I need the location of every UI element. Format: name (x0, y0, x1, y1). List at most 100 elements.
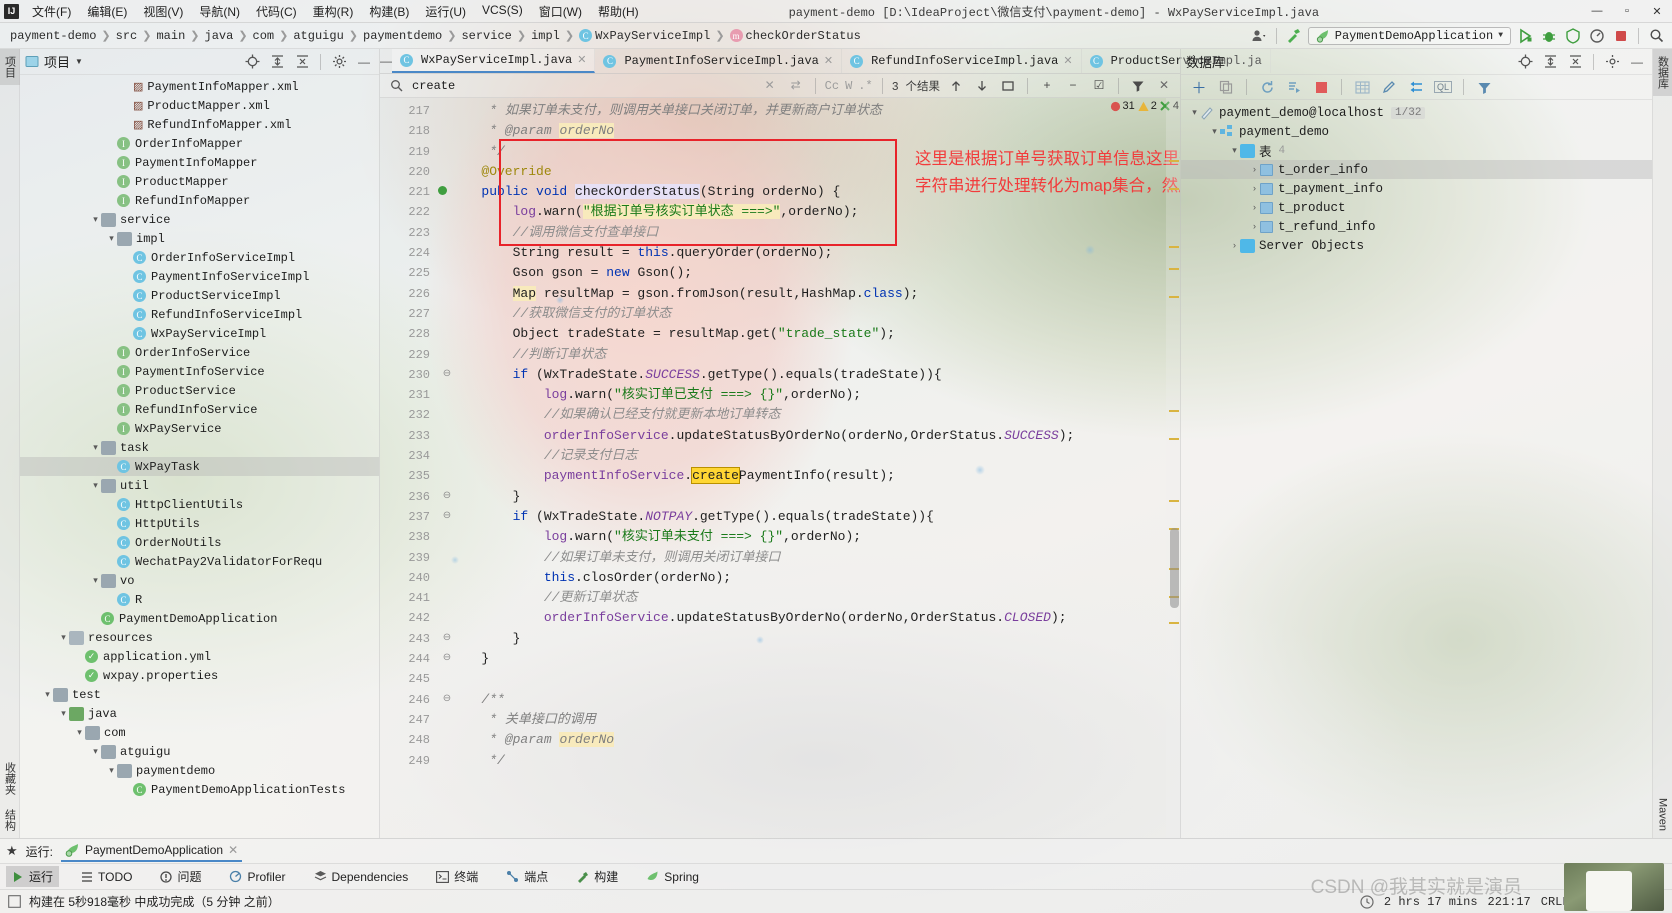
code-line[interactable]: log.warn("核实订单未支付 ===> {}",orderNo); (458, 527, 1166, 547)
code-line[interactable]: } (458, 629, 1166, 649)
project-tree-node[interactable]: C WechatPay2ValidatorForRequ (20, 552, 379, 571)
project-tree-node[interactable]: ✓ application.yml (20, 647, 379, 666)
expand-chevron-icon[interactable]: › (1249, 203, 1260, 213)
close-icon[interactable]: ✕ (228, 843, 238, 857)
project-tree-node[interactable]: ▾ task (20, 438, 379, 457)
project-tree-node[interactable]: C WxPayServiceImpl (20, 324, 379, 343)
collapse-tabs-icon[interactable]: — (380, 49, 392, 73)
run-sql-icon[interactable] (1284, 77, 1304, 97)
code-line[interactable]: Map resultMap = gson.fromJson(result,Has… (458, 284, 1166, 304)
code-line[interactable]: /** (458, 690, 1166, 710)
code-line[interactable]: */ (458, 751, 1166, 771)
tool-window-profiler[interactable]: Profiler (223, 868, 291, 886)
source-code[interactable]: * 如果订单未支付，则调用关单接口关闭订单，并更新商户订单状态 * @param… (458, 98, 1166, 838)
locate-icon[interactable] (242, 52, 262, 72)
time-spent[interactable]: 2 hrs 17 mins (1384, 895, 1478, 909)
code-line[interactable]: //获取微信支付的订单状态 (458, 304, 1166, 324)
debug-icon[interactable] (1539, 26, 1559, 46)
code-line[interactable]: * @param orderNo (458, 730, 1166, 750)
menu-item-vcs[interactable]: VCS(S) (475, 1, 530, 22)
project-tree-node[interactable]: C OrderNoUtils (20, 533, 379, 552)
breadcrumb-item-main[interactable]: main (152, 28, 189, 44)
project-tree-node[interactable]: ▾ atguigu (20, 742, 379, 761)
code-line[interactable]: //记录支付日志 (458, 446, 1166, 466)
editor-tab-wxpayserviceimpl[interactable]: C WxPayServiceImpl.java ✕ (392, 49, 596, 73)
chevron-down-icon[interactable]: ▾ (90, 747, 101, 757)
project-tree-node[interactable]: ▾ util (20, 476, 379, 495)
table-icon[interactable] (1352, 77, 1372, 97)
expand-all-icon[interactable] (267, 52, 287, 72)
editor-tab-refundinfoserviceimpl[interactable]: C RefundInfoServiceImpl.java ✕ (842, 49, 1082, 73)
database-tree-node[interactable]: › Server Objects (1181, 236, 1652, 255)
close-icon[interactable]: ✕ (577, 53, 586, 67)
tool-strip-project[interactable]: 项目 (0, 49, 20, 85)
breadcrumb-item-com[interactable]: com (249, 28, 279, 44)
project-tree-node[interactable]: I OrderInfoMapper (20, 134, 379, 153)
filter-icon[interactable] (1474, 77, 1494, 97)
profiler-icon[interactable] (1587, 26, 1607, 46)
code-line[interactable] (458, 669, 1166, 689)
project-tree-node[interactable]: I PaymentInfoService (20, 362, 379, 381)
expand-chevron-icon[interactable]: ▾ (1209, 127, 1220, 137)
sync-icon[interactable] (1406, 77, 1426, 97)
tool-strip-database[interactable]: 数据库 (1652, 49, 1672, 96)
code-line[interactable]: paymentInfoService.createPaymentInfo(res… (458, 466, 1166, 486)
code-line[interactable]: log.warn("核实订单已支付 ===> {}",orderNo); (458, 385, 1166, 405)
code-line[interactable]: * 关单接口的调用 (458, 710, 1166, 730)
code-line[interactable]: //如果订单未支付，则调用关闭订单接口 (458, 548, 1166, 568)
caret-position[interactable]: 221:17 (1488, 895, 1531, 909)
code-line[interactable]: String result = this.queryOrder(orderNo)… (458, 243, 1166, 263)
chevron-down-icon[interactable]: ▾ (106, 766, 117, 776)
menu-item-help[interactable]: 帮助(H) (591, 1, 646, 22)
fold-toggle[interactable]: ⊖ (436, 629, 458, 649)
project-tree-node[interactable]: ▨ RefundInfoMapper.xml (20, 115, 379, 134)
breadcrumb-item-method[interactable]: m checkOrderStatus (726, 28, 865, 44)
remove-occurrence-icon[interactable]: − (1063, 76, 1083, 96)
database-tree-node[interactable]: ▾ payment_demo@localhost 1/32 (1181, 103, 1652, 122)
expand-chevron-icon[interactable]: › (1249, 184, 1260, 194)
project-tree-node[interactable]: ▾ impl (20, 229, 379, 248)
project-tree-node[interactable]: C HttpClientUtils (20, 495, 379, 514)
database-tree-node[interactable]: › t_refund_info (1181, 217, 1652, 236)
tool-window-dependencies[interactable]: Dependencies (308, 868, 415, 886)
stop-icon[interactable] (1611, 26, 1631, 46)
project-tree-node[interactable]: C ProductServiceImpl (20, 286, 379, 305)
code-line[interactable]: if (WxTradeState.SUCCESS.getType().equal… (458, 365, 1166, 385)
edit-icon[interactable] (1379, 77, 1399, 97)
expand-all-icon[interactable] (1540, 52, 1560, 72)
close-find-icon[interactable]: ✕ (1154, 76, 1174, 96)
project-tree-node[interactable]: ▾ com (20, 723, 379, 742)
project-tree-node[interactable]: ▾ resources (20, 628, 379, 647)
code-line[interactable]: Object tradeState = resultMap.get("trade… (458, 324, 1166, 344)
project-tree-node[interactable]: I PaymentInfoMapper (20, 153, 379, 172)
code-line[interactable]: orderInfoService.updateStatusByOrderNo(o… (458, 426, 1166, 446)
close-icon[interactable]: ✕ (1063, 54, 1072, 68)
tool-window-run[interactable]: 运行 (6, 866, 60, 887)
chevron-down-icon[interactable]: ▾ (58, 633, 69, 643)
editor-tab-paymentinfoserviceimpl[interactable]: C PaymentInfoServiceImpl.java ✕ (595, 49, 843, 73)
project-tree-node[interactable]: I WxPayService (20, 419, 379, 438)
editor-scrollbar-thumb[interactable] (1170, 528, 1179, 608)
build-hammer-icon[interactable] (1284, 26, 1304, 46)
project-tree-node[interactable]: I RefundInfoMapper (20, 191, 379, 210)
project-tree-node[interactable]: I ProductService (20, 381, 379, 400)
project-tree-node[interactable]: CR (20, 590, 379, 609)
breadcrumb-item-impl[interactable]: impl (527, 28, 564, 44)
gear-icon[interactable] (329, 52, 349, 72)
chevron-down-icon[interactable]: ▾ (106, 234, 117, 244)
code-line[interactable]: //判断订单状态 (458, 345, 1166, 365)
code-line[interactable]: orderInfoService.updateStatusByOrderNo(o… (458, 608, 1166, 628)
project-tree-node[interactable]: C OrderInfoServiceImpl (20, 248, 379, 267)
breadcrumb-item-java[interactable]: java (201, 28, 238, 44)
code-line[interactable]: //调用微信支付查单接口 (458, 223, 1166, 243)
tool-window-problems[interactable]: 问题 (154, 866, 207, 887)
chevron-down-icon[interactable]: ▼ (75, 57, 83, 66)
fold-toggle[interactable]: ⊖ (436, 365, 458, 385)
error-stripe-markers[interactable] (1166, 98, 1180, 838)
collapse-all-icon[interactable] (292, 52, 312, 72)
database-tree-node[interactable]: ▾ 表 4 (1181, 141, 1652, 160)
tool-strip-structure[interactable]: 结构 (0, 802, 20, 838)
menu-item-edit[interactable]: 编辑(E) (80, 1, 134, 22)
database-tree-node[interactable]: ▾ payment_demo (1181, 122, 1652, 141)
filter-icon[interactable] (1128, 76, 1148, 96)
